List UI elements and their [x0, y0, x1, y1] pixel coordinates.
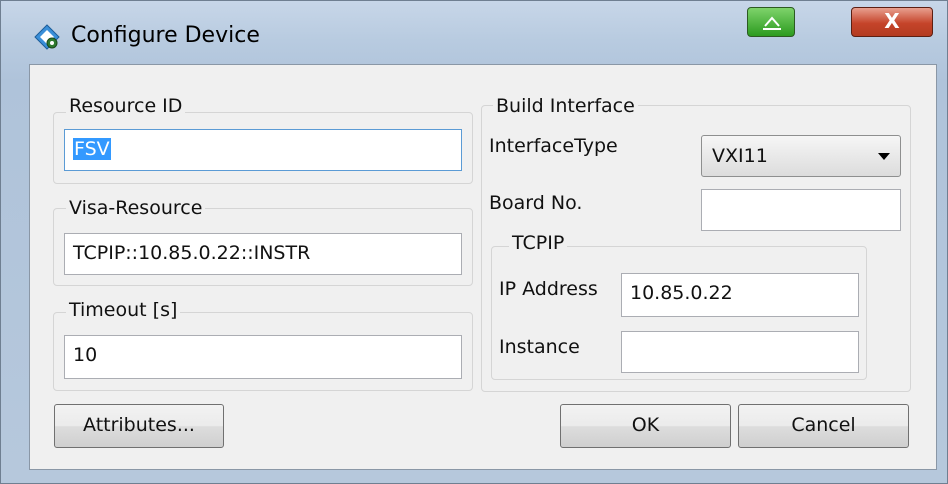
close-icon: X [884, 9, 900, 33]
ip-address-input[interactable]: 10.85.0.22 [621, 273, 859, 317]
window-title: Configure Device [71, 23, 260, 48]
ip-address-label: IP Address [499, 278, 598, 300]
instance-input[interactable] [621, 331, 859, 373]
minimize-icon [763, 16, 781, 30]
timeout-input[interactable]: 10 [64, 335, 462, 379]
chevron-down-icon [878, 153, 890, 160]
dialog-window: Configure Device X Resource ID FSV Visa-… [0, 0, 948, 484]
interface-type-select[interactable]: VXI11 [701, 135, 901, 177]
resource-id-value: FSV [73, 138, 111, 160]
instance-label: Instance [499, 336, 580, 358]
tcpip-label: TCPIP [509, 232, 568, 254]
build-interface-label: Build Interface [493, 95, 638, 117]
minimize-button[interactable] [747, 7, 795, 37]
app-icon [34, 24, 60, 50]
cancel-button[interactable]: Cancel [738, 404, 909, 448]
visa-resource-input[interactable]: TCPIP::10.85.0.22::INSTR [64, 233, 462, 275]
title-bar[interactable]: Configure Device X [1, 1, 947, 61]
board-no-input[interactable] [701, 189, 901, 231]
interface-type-value: VXI11 [712, 145, 768, 167]
close-button[interactable]: X [851, 7, 933, 37]
resource-id-label: Resource ID [66, 95, 186, 117]
board-no-label: Board No. [489, 192, 583, 214]
attributes-button[interactable]: Attributes... [54, 404, 224, 448]
interface-type-label: InterfaceType [489, 135, 618, 157]
dialog-body: Resource ID FSV Visa-Resource TCPIP::10.… [29, 64, 937, 470]
timeout-label: Timeout [s] [66, 299, 181, 321]
visa-resource-label: Visa-Resource [66, 197, 206, 219]
resource-id-input[interactable]: FSV [64, 129, 462, 171]
ok-button[interactable]: OK [560, 404, 731, 448]
